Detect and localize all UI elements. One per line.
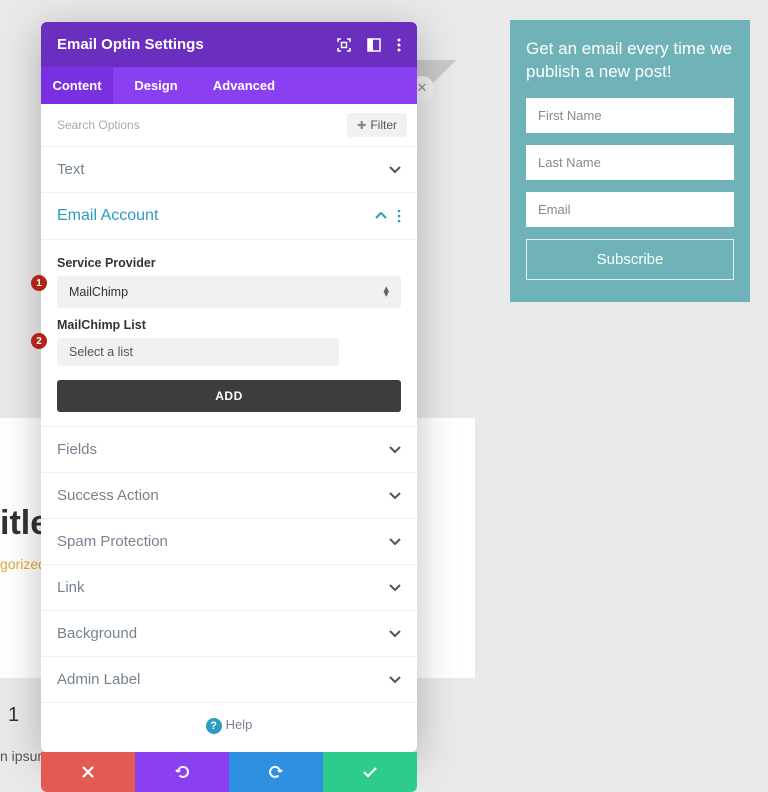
add-button[interactable]: ADD	[57, 380, 401, 412]
sort-icon: ▴▾	[383, 287, 389, 297]
kebab-icon[interactable]	[397, 209, 401, 223]
section-fields[interactable]: Fields	[41, 427, 417, 473]
chevron-down-icon	[389, 630, 401, 638]
search-row: Search Options ✚ Filter	[41, 104, 417, 147]
first-name-input[interactable]	[526, 98, 734, 133]
section-spam-protection[interactable]: Spam Protection	[41, 519, 417, 565]
section-text[interactable]: Text	[41, 147, 417, 193]
service-provider-select[interactable]: MailChimp ▴▾	[57, 276, 401, 308]
section-label: Spam Protection	[57, 533, 168, 550]
chevron-down-icon	[389, 538, 401, 546]
modal-title: Email Optin Settings	[57, 36, 204, 53]
section-background[interactable]: Background	[41, 611, 417, 657]
article-number: 1	[8, 704, 19, 727]
last-name-input[interactable]	[526, 145, 734, 180]
redo-button[interactable]	[229, 752, 323, 792]
help-icon: ?	[206, 718, 222, 734]
help-label: Help	[226, 717, 253, 732]
modal-header: Email Optin Settings	[41, 22, 417, 67]
chevron-down-icon	[389, 446, 401, 454]
redo-icon	[268, 765, 284, 779]
section-label: Success Action	[57, 487, 159, 504]
modal-footer	[41, 752, 417, 792]
save-button[interactable]	[323, 752, 417, 792]
section-email-account[interactable]: Email Account	[41, 193, 417, 240]
service-provider-value: MailChimp	[69, 285, 128, 299]
mailchimp-list-label: MailChimp List	[57, 318, 401, 332]
email-input[interactable]	[526, 192, 734, 227]
check-icon	[362, 766, 378, 778]
chevron-down-icon	[389, 676, 401, 684]
section-label: Admin Label	[57, 671, 140, 688]
settings-modal: Email Optin Settings Content Design Adva…	[41, 22, 417, 752]
expand-icon[interactable]	[337, 38, 351, 52]
subscribe-button[interactable]: Subscribe	[526, 239, 734, 280]
tab-design[interactable]: Design	[113, 67, 199, 104]
section-success-action[interactable]: Success Action	[41, 473, 417, 519]
optin-form-preview: Get an email every time we publish a new…	[510, 20, 750, 302]
service-provider-label: Service Provider	[57, 256, 401, 270]
undo-icon	[174, 765, 190, 779]
chevron-down-icon	[389, 166, 401, 174]
kebab-icon[interactable]	[397, 38, 401, 52]
cancel-button[interactable]	[41, 752, 135, 792]
filter-button[interactable]: ✚ Filter	[347, 113, 407, 137]
tab-advanced[interactable]: Advanced	[199, 67, 289, 104]
section-label: Link	[57, 579, 85, 596]
section-label: Fields	[57, 441, 97, 458]
section-label: Text	[57, 161, 85, 178]
close-icon	[81, 765, 95, 779]
filter-label: Filter	[370, 118, 397, 132]
article-category-fragment: gorized	[0, 556, 46, 572]
chevron-down-icon	[389, 492, 401, 500]
mailchimp-list-select[interactable]: Select a list	[57, 338, 339, 366]
callout-marker-2: 2	[31, 333, 47, 349]
mailchimp-list-value: Select a list	[69, 345, 133, 359]
help-link[interactable]: ? Help	[41, 703, 417, 752]
plus-icon: ✚	[357, 119, 366, 132]
section-admin-label[interactable]: Admin Label	[41, 657, 417, 703]
undo-button[interactable]	[135, 752, 229, 792]
chevron-down-icon	[389, 584, 401, 592]
section-label: Background	[57, 625, 137, 642]
modal-tabs: Content Design Advanced	[41, 67, 417, 104]
email-account-body: Service Provider MailChimp ▴▾ 1 MailChim…	[41, 240, 417, 427]
search-input[interactable]: Search Options	[51, 118, 140, 132]
tab-content[interactable]: Content	[41, 67, 113, 104]
optin-heading: Get an email every time we publish a new…	[526, 38, 734, 84]
snap-icon[interactable]	[367, 38, 381, 52]
section-link[interactable]: Link	[41, 565, 417, 611]
section-label: Email Account	[57, 207, 158, 225]
callout-marker-1: 1	[31, 275, 47, 291]
chevron-up-icon	[375, 212, 387, 220]
